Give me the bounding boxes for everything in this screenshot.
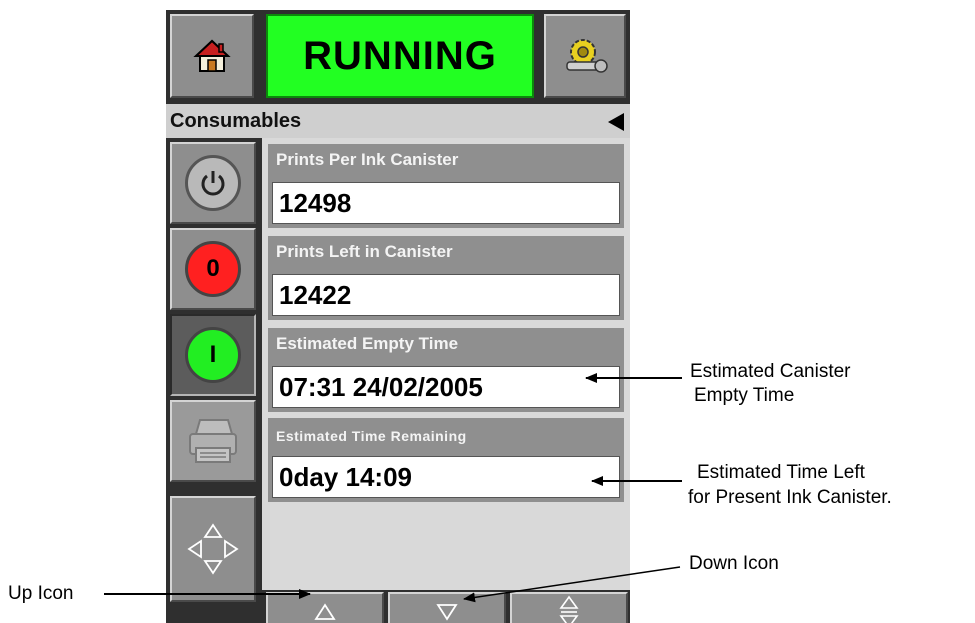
down-icon-callout-line (463, 566, 681, 603)
annotation-up-icon: Up Icon (8, 583, 74, 604)
annotation-empty-time-line1: Estimated Canister (690, 361, 851, 382)
annotation-time-left-line2: for Present Ink Canister. (688, 487, 892, 508)
annotation-down-icon: Down Icon (689, 553, 779, 574)
annotation-time-left-line1: Estimated Time Left (697, 462, 865, 483)
annotation-layer (104, 373, 682, 603)
annotation-empty-time-line2: Empty Time (694, 385, 795, 406)
